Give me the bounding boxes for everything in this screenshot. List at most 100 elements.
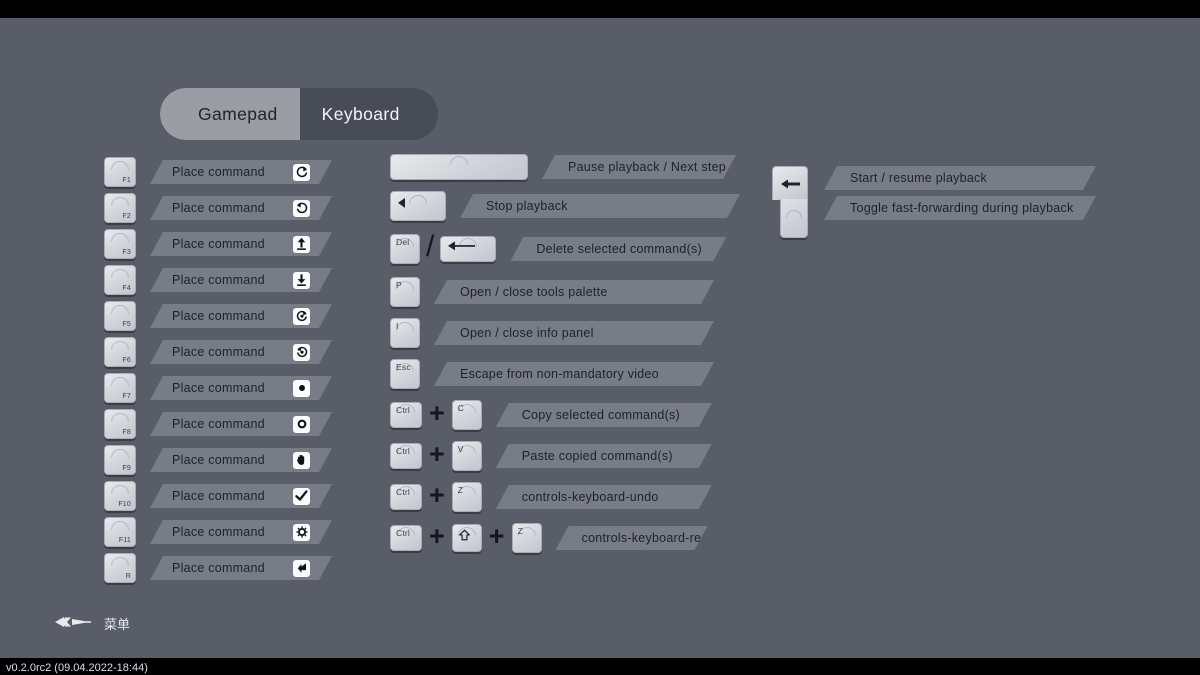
- checkmark-icon: [293, 488, 310, 505]
- keycap-z[interactable]: Z: [511, 523, 542, 553]
- keycap-ctrl[interactable]: Ctrl: [390, 443, 422, 469]
- keycap-label: F6: [122, 357, 131, 364]
- command-slot-bar[interactable]: Place command: [150, 556, 332, 580]
- shortcut-description-bar: Escape from non-mandatory video: [434, 362, 714, 386]
- keycap-f10[interactable]: F10: [104, 481, 136, 511]
- keycap-label: Z: [457, 485, 464, 495]
- keycap-ctrl[interactable]: Ctrl: [390, 402, 422, 428]
- playback-shortcut-list: Pause playback / Next step Stop playback D…: [390, 154, 740, 564]
- keycap-f4[interactable]: F4: [104, 265, 136, 295]
- rotate-ccw-dot-icon: [293, 344, 310, 361]
- shortcut-description-bar: Pause playback / Next step: [542, 155, 736, 179]
- shortcut-description-label: Start / resume playback: [850, 171, 988, 185]
- place-command-key-list: F1 Place command F2 Place command F3 Place co…: [104, 154, 354, 586]
- keycap-label: P: [396, 280, 402, 290]
- command-slot-bar[interactable]: Place command: [150, 160, 332, 184]
- keycap-label: F9: [122, 465, 131, 472]
- keycap-z[interactable]: Z: [451, 482, 482, 512]
- command-slot-label: Place command: [172, 345, 265, 359]
- letterbox-bottom: [0, 658, 1200, 675]
- keycap-label: Ctrl: [396, 405, 411, 415]
- command-slot-bar[interactable]: Place command: [150, 196, 332, 220]
- keycap-label: Ctrl: [396, 487, 411, 497]
- plus-separator: +: [429, 439, 445, 469]
- keycap-label: Esc: [396, 362, 411, 372]
- controls-settings-screen: Gamepad Keyboard F1 Place command F2 Place …: [0, 18, 1200, 658]
- keycap-space[interactable]: [390, 154, 528, 180]
- enter-key[interactable]: [772, 166, 808, 238]
- tab-gamepad[interactable]: Gamepad: [160, 88, 300, 140]
- shortcut-row: Ctrl + Zcontrols-keyboard-undo: [390, 482, 740, 512]
- keycap-f9[interactable]: F9: [104, 445, 136, 475]
- place-command-row: F5 Place command: [104, 298, 354, 334]
- keycap-del[interactable]: Del: [390, 234, 420, 264]
- place-command-row: F6 Place command: [104, 334, 354, 370]
- command-slot-bar[interactable]: Place command: [150, 232, 332, 256]
- shortcut-description-bar: controls-keyboard-redo: [556, 526, 708, 550]
- keycap-i[interactable]: I: [390, 318, 420, 348]
- tab-keyboard[interactable]: Keyboard: [299, 88, 438, 140]
- keycap-arrow-left[interactable]: [390, 191, 446, 221]
- filled-dot-icon: [293, 380, 310, 397]
- keycap-label: Del: [396, 237, 410, 247]
- command-slot-bar[interactable]: Place command: [150, 412, 332, 436]
- shortcut-description-label: Copy selected command(s): [521, 408, 680, 422]
- arrow-up-icon: [293, 236, 310, 253]
- command-slot-bar[interactable]: Place command: [150, 376, 332, 400]
- shortcut-row: Ctrl + C Copy selected command(s): [390, 400, 740, 430]
- keycap-p[interactable]: P: [390, 277, 420, 307]
- keycap-label: Z: [517, 526, 523, 536]
- enter-key-shortcut-group: Start / resume playback Toggle fast-forwa…: [772, 166, 1096, 238]
- shortcut-description-bar: Paste copied command(s): [496, 444, 712, 468]
- keycap-label: Ctrl: [396, 528, 411, 538]
- keycap-label: F2: [122, 213, 131, 220]
- shortcut-row: Ctrl + + Zcontrols-keyboard-redo: [390, 523, 740, 553]
- command-slot-bar[interactable]: Place command: [150, 484, 332, 508]
- keycap-f7[interactable]: F7: [104, 373, 136, 403]
- keycap-esc[interactable]: Esc: [390, 359, 420, 389]
- shortcut-description-label: Stop playback: [486, 199, 568, 213]
- shortcut-row: Del / Delete selected command(s): [390, 232, 740, 266]
- plus-separator: +: [429, 480, 445, 510]
- keycap-ctrl[interactable]: Ctrl: [390, 525, 422, 551]
- command-slot-label: Place command: [172, 273, 265, 287]
- shortcut-description-bar: Open / close info panel: [434, 321, 714, 345]
- shortcut-description-bar: Start / resume playback: [824, 166, 1096, 190]
- keycap-c[interactable]: C: [451, 400, 482, 430]
- shortcut-description-label: Delete selected command(s): [536, 242, 702, 256]
- keycap-label: F8: [122, 429, 131, 436]
- shortcut-row: P Open / close tools palette: [390, 277, 740, 307]
- shortcut-description-bar: Toggle fast-forwarding during playback: [824, 196, 1096, 220]
- keycap-label: F5: [122, 321, 131, 328]
- command-slot-bar[interactable]: Place command: [150, 268, 332, 292]
- keycap-f6[interactable]: F6: [104, 337, 136, 367]
- shortcut-description-label: Escape from non-mandatory video: [460, 367, 659, 381]
- back-arrow-icon: [54, 615, 92, 632]
- command-slot-label: Place command: [172, 525, 265, 539]
- keycap-v[interactable]: V: [451, 441, 482, 471]
- command-slot-bar[interactable]: Place command: [150, 448, 332, 472]
- keycap-label: F11: [118, 537, 131, 544]
- keycap-f1[interactable]: F1: [104, 157, 136, 187]
- command-slot-bar[interactable]: Place command: [150, 520, 332, 544]
- keycap-f5[interactable]: F5: [104, 301, 136, 331]
- input-mode-toggle[interactable]: Gamepad Keyboard: [160, 88, 438, 140]
- flag-pointer-icon: [293, 560, 310, 577]
- command-slot-bar[interactable]: Place command: [150, 340, 332, 364]
- keycap-f2[interactable]: F2: [104, 193, 136, 223]
- shortcut-description-label: controls-keyboard-undo: [521, 490, 659, 504]
- command-slot-label: Place command: [172, 453, 265, 467]
- command-slot-label: Place command: [172, 237, 265, 251]
- keycap-f3[interactable]: F3: [104, 229, 136, 259]
- keycap-f11[interactable]: F11: [104, 517, 136, 547]
- command-slot-bar[interactable]: Place command: [150, 304, 332, 328]
- arrow-left-icon: [397, 196, 407, 212]
- keycap-f8[interactable]: F8: [104, 409, 136, 439]
- keycap-shift[interactable]: [451, 524, 482, 552]
- keycap-ctrl[interactable]: Ctrl: [390, 484, 422, 510]
- keycap-label: F1: [122, 177, 131, 184]
- keycap-backspace[interactable]: [440, 236, 497, 262]
- keycap-r[interactable]: R: [104, 553, 136, 583]
- shortcut-description-bar: Open / close tools palette: [434, 280, 714, 304]
- menu-back-hint[interactable]: 菜单: [54, 614, 130, 633]
